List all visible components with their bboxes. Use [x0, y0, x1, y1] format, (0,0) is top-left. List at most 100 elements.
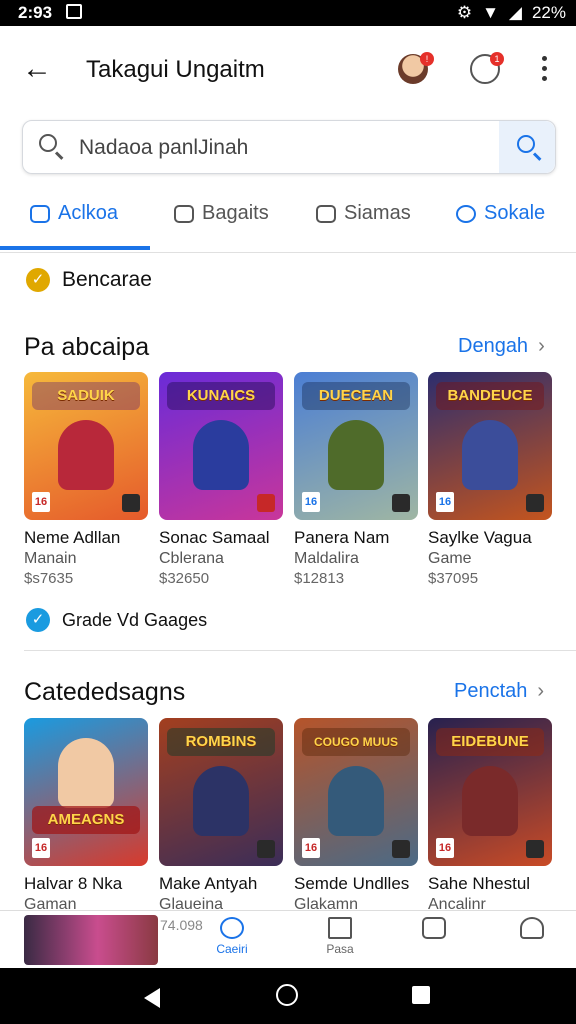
game-genre: Cblerana	[159, 550, 224, 567]
tab-bagaits-icon	[174, 204, 194, 223]
mini-price: 74.098	[160, 917, 203, 933]
game-thumbnail: BANDEUCE 16	[428, 372, 552, 520]
game-price: $s7635	[24, 570, 74, 587]
character-art	[58, 420, 114, 490]
avatar-badge: !	[420, 52, 434, 66]
back-triangle-icon[interactable]	[144, 988, 160, 1008]
active-tab-indicator	[0, 246, 150, 250]
game-thumbnail: EIDEBUNE 16	[428, 718, 552, 866]
age-rating-badge: 16	[436, 838, 454, 858]
game-title: Sahe Nhestul	[428, 874, 531, 893]
game-thumbnail: AMEAGNS 16	[24, 718, 148, 866]
game-card[interactable]: KUNAICS Sonac Samaal Cblerana $32650	[159, 372, 283, 587]
app-bar: ← Takagui Ungaitm ! 1	[0, 26, 576, 112]
game-price: $37095	[428, 570, 479, 587]
search-icon	[39, 134, 57, 152]
recents-square-icon[interactable]	[412, 986, 430, 1004]
back-arrow-icon[interactable]: ←	[22, 52, 52, 86]
chevron-right-icon: ›	[538, 335, 545, 357]
status-bar: 2:93 ⚙ ▼ ◢ 22%	[0, 0, 576, 26]
mini-player-thumbnail[interactable]	[24, 915, 158, 965]
game-card[interactable]: BANDEUCE 16 Saylke Vagua Game $37095	[428, 372, 552, 587]
search-button[interactable]	[499, 121, 555, 173]
tab-siamas[interactable]: Siamas	[316, 202, 411, 225]
nav-item-profile[interactable]	[502, 917, 562, 942]
game-logo: COUGO MUUS	[302, 728, 410, 756]
game-logo: EIDEBUNE	[436, 728, 544, 756]
game-logo: BANDEUCE	[436, 382, 544, 410]
game-card[interactable]: EIDEBUNE 16 Sahe Nhestul Ancalinr	[428, 718, 552, 914]
nav-item-messages[interactable]	[404, 917, 464, 942]
content-icon	[122, 494, 140, 512]
tab-bagaits[interactable]: Bagaits	[174, 202, 269, 225]
check-icon: ✓	[26, 268, 50, 292]
divider	[24, 650, 576, 651]
profile-icon	[520, 917, 544, 939]
game-genre: Game	[428, 550, 472, 567]
game-logo: KUNAICS	[167, 382, 275, 410]
bottom-navigation: 74.098 Caeiri Pasa	[0, 910, 576, 969]
game-card[interactable]: SADUIK 16 Neme Adllan Manain $s7635	[24, 372, 148, 587]
tab-sokale-label: Sokale	[484, 202, 546, 224]
game-title: Panera Nam	[294, 528, 390, 547]
friends-badge: 1	[490, 52, 504, 66]
game-title: Make Antyah	[159, 874, 258, 893]
more-options-icon[interactable]	[542, 56, 548, 86]
tab-aclkoa[interactable]: Aclkoa	[30, 202, 118, 225]
chevron-right-icon: ›	[537, 680, 545, 702]
game-card[interactable]: COUGO MUUS 16 Semde Undlles Glakamn	[294, 718, 418, 914]
battery-text: 22%	[531, 3, 566, 22]
search-button-icon	[517, 135, 535, 153]
age-rating-badge: 16	[302, 492, 320, 512]
game-card[interactable]: DUECEAN 16 Panera Nam Maldalira $12813	[294, 372, 418, 587]
tab-aclkoa-icon	[30, 204, 50, 223]
game-thumbnail: ROMBINS	[159, 718, 283, 866]
nav-label: Caeiri	[216, 942, 248, 956]
character-art	[462, 420, 518, 490]
game-title: Saylke Vagua	[428, 528, 532, 547]
game-logo: AMEAGNS	[32, 806, 140, 834]
age-rating-badge: 16	[436, 492, 454, 512]
message-icon	[422, 917, 446, 939]
tab-sokale[interactable]: Sokale	[456, 202, 545, 225]
age-rating-badge: 16	[32, 492, 50, 512]
mail-icon	[328, 917, 352, 939]
see-more-link[interactable]: Dengah ›	[458, 335, 545, 358]
content-icon	[526, 494, 544, 512]
nav-label: Pasa	[326, 942, 354, 956]
game-thumbnail: DUECEAN 16	[294, 372, 418, 520]
search-input[interactable]	[77, 131, 501, 165]
character-art	[58, 738, 114, 808]
game-logo: ROMBINS	[167, 728, 275, 756]
grade-label[interactable]: Grade Vd Gaages	[62, 610, 207, 631]
see-more-label: Penctah	[454, 680, 528, 702]
game-card[interactable]: ROMBINS Make Antyah Glaueina	[159, 718, 283, 914]
home-circle-icon[interactable]	[276, 984, 298, 1006]
wifi-icon: ▼	[482, 3, 499, 22]
age-rating-badge: 16	[302, 838, 320, 858]
character-art	[193, 420, 249, 490]
nav-item-pasa[interactable]: Pasa	[310, 917, 370, 956]
game-genre: Maldalira	[294, 550, 359, 567]
section-title: Pa abcaipa	[24, 333, 150, 361]
content-icon	[526, 840, 544, 858]
game-title: Halvar 8 Nka	[24, 874, 123, 893]
alarm-icon: ⚙	[456, 3, 473, 22]
verified-icon: ✓	[26, 608, 50, 632]
chat-bubble-icon	[220, 917, 244, 939]
nav-item-caeiri[interactable]: Caeiri	[202, 917, 262, 956]
see-more-label: Dengah	[458, 335, 529, 357]
page-title: Takagui Ungaitm	[86, 56, 265, 83]
banner-label[interactable]: Bencarae	[62, 268, 152, 292]
game-thumbnail: COUGO MUUS 16	[294, 718, 418, 866]
game-price: $32650	[159, 570, 210, 587]
game-price: $12813	[294, 570, 345, 587]
character-art	[328, 766, 384, 836]
game-card[interactable]: AMEAGNS 16 Halvar 8 Nka Gaman	[24, 718, 148, 914]
see-more-link[interactable]: Penctah ›	[454, 680, 544, 703]
notification-icon	[66, 4, 82, 19]
game-title: Semde Undlles	[294, 874, 410, 893]
tab-aclkoa-label: Aclkoa	[58, 202, 119, 224]
game-logo: DUECEAN	[302, 382, 410, 410]
content-icon	[257, 494, 275, 512]
